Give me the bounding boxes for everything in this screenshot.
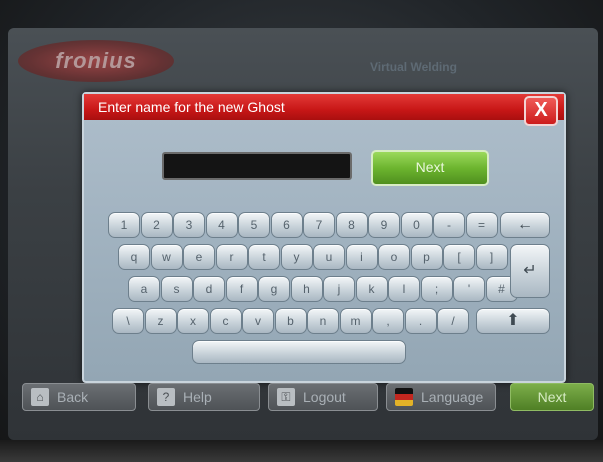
language-button-label: Language bbox=[421, 389, 484, 405]
space-key[interactable] bbox=[192, 340, 406, 364]
key-3-5[interactable]: g bbox=[258, 276, 290, 302]
ghost-name-input[interactable] bbox=[162, 152, 352, 180]
key-3-6[interactable]: h bbox=[290, 276, 323, 302]
key-1-8[interactable]: 8 bbox=[335, 212, 368, 238]
logout-button[interactable]: ⚿ Logout bbox=[268, 383, 378, 411]
key-4-9[interactable]: , bbox=[372, 308, 404, 334]
key-1-2[interactable]: 2 bbox=[140, 212, 173, 238]
key-1-7[interactable]: 7 bbox=[303, 212, 335, 238]
dialog-next-button[interactable]: Next bbox=[371, 150, 489, 186]
help-button-label: Help bbox=[183, 389, 212, 405]
key-1-11[interactable]: - bbox=[433, 212, 465, 238]
back-button-label: Back bbox=[57, 389, 89, 405]
key-2-9[interactable]: o bbox=[378, 244, 410, 270]
key-3-4[interactable]: f bbox=[225, 276, 258, 302]
language-button[interactable]: Language bbox=[386, 383, 496, 411]
key-3-8[interactable]: k bbox=[355, 276, 388, 302]
key-4-6[interactable]: b bbox=[274, 308, 307, 334]
key-2-12[interactable]: ] bbox=[475, 244, 508, 270]
ghost-name-dialog: Enter name for the new Ghost X Next 1234… bbox=[82, 92, 566, 383]
logout-button-label: Logout bbox=[303, 389, 346, 405]
question-icon: ? bbox=[157, 388, 175, 406]
key-1-12[interactable]: = bbox=[465, 212, 498, 238]
key-2-2[interactable]: w bbox=[150, 244, 183, 270]
key-4-11[interactable]: / bbox=[437, 308, 469, 334]
key-2-1[interactable]: q bbox=[118, 244, 150, 270]
key-3-7[interactable]: j bbox=[323, 276, 355, 302]
key-icon: ⚿ bbox=[277, 388, 295, 406]
key-4-1[interactable]: \ bbox=[112, 308, 144, 334]
brand-logo: fronius bbox=[18, 40, 174, 82]
key-2-7[interactable]: u bbox=[313, 244, 345, 270]
key-3-2[interactable]: s bbox=[160, 276, 193, 302]
back-button[interactable]: ⌂ Back bbox=[22, 383, 136, 411]
key-1-10[interactable]: 0 bbox=[400, 212, 433, 238]
key-4-3[interactable]: x bbox=[177, 308, 209, 334]
dialog-title: Enter name for the new Ghost bbox=[98, 99, 285, 115]
key-1-1[interactable]: 1 bbox=[108, 212, 140, 238]
key-4-2[interactable]: z bbox=[144, 308, 177, 334]
brand-logo-text: fronius bbox=[55, 48, 137, 73]
key-4-4[interactable]: c bbox=[209, 308, 242, 334]
background-title: Virtual Welding bbox=[370, 60, 457, 74]
key-3-1[interactable]: a bbox=[128, 276, 160, 302]
key-4-10[interactable]: . bbox=[404, 308, 437, 334]
help-button[interactable]: ? Help bbox=[148, 383, 260, 411]
close-button[interactable]: X bbox=[524, 96, 558, 126]
key-4-5[interactable]: v bbox=[242, 308, 274, 334]
key-2-4[interactable]: r bbox=[215, 244, 248, 270]
key-3-9[interactable]: l bbox=[388, 276, 420, 302]
key-2-11[interactable]: [ bbox=[443, 244, 475, 270]
key-1-3[interactable]: 3 bbox=[173, 212, 205, 238]
key-3-10[interactable]: ; bbox=[420, 276, 453, 302]
dialog-titlebar: Enter name for the new Ghost X bbox=[84, 94, 564, 126]
key-1-4[interactable]: 4 bbox=[205, 212, 238, 238]
key-2-10[interactable]: p bbox=[410, 244, 443, 270]
key-1-9[interactable]: 9 bbox=[368, 212, 400, 238]
key-4-8[interactable]: m bbox=[339, 308, 372, 334]
shift-key[interactable]: ⬆ bbox=[476, 308, 550, 334]
key-1-5[interactable]: 5 bbox=[238, 212, 270, 238]
flag-icon bbox=[395, 388, 413, 406]
enter-key[interactable]: ↵ bbox=[510, 244, 550, 298]
key-2-6[interactable]: y bbox=[280, 244, 313, 270]
backspace-key[interactable]: ← bbox=[500, 212, 550, 238]
key-2-5[interactable]: t bbox=[248, 244, 280, 270]
key-2-8[interactable]: i bbox=[345, 244, 378, 270]
home-icon: ⌂ bbox=[31, 388, 49, 406]
key-2-3[interactable]: e bbox=[183, 244, 215, 270]
next-button[interactable]: Next bbox=[510, 383, 594, 411]
key-3-11[interactable]: ' bbox=[453, 276, 485, 302]
key-3-3[interactable]: d bbox=[193, 276, 225, 302]
key-4-7[interactable]: n bbox=[307, 308, 339, 334]
lower-bezel bbox=[0, 440, 603, 462]
key-1-6[interactable]: 6 bbox=[270, 212, 303, 238]
